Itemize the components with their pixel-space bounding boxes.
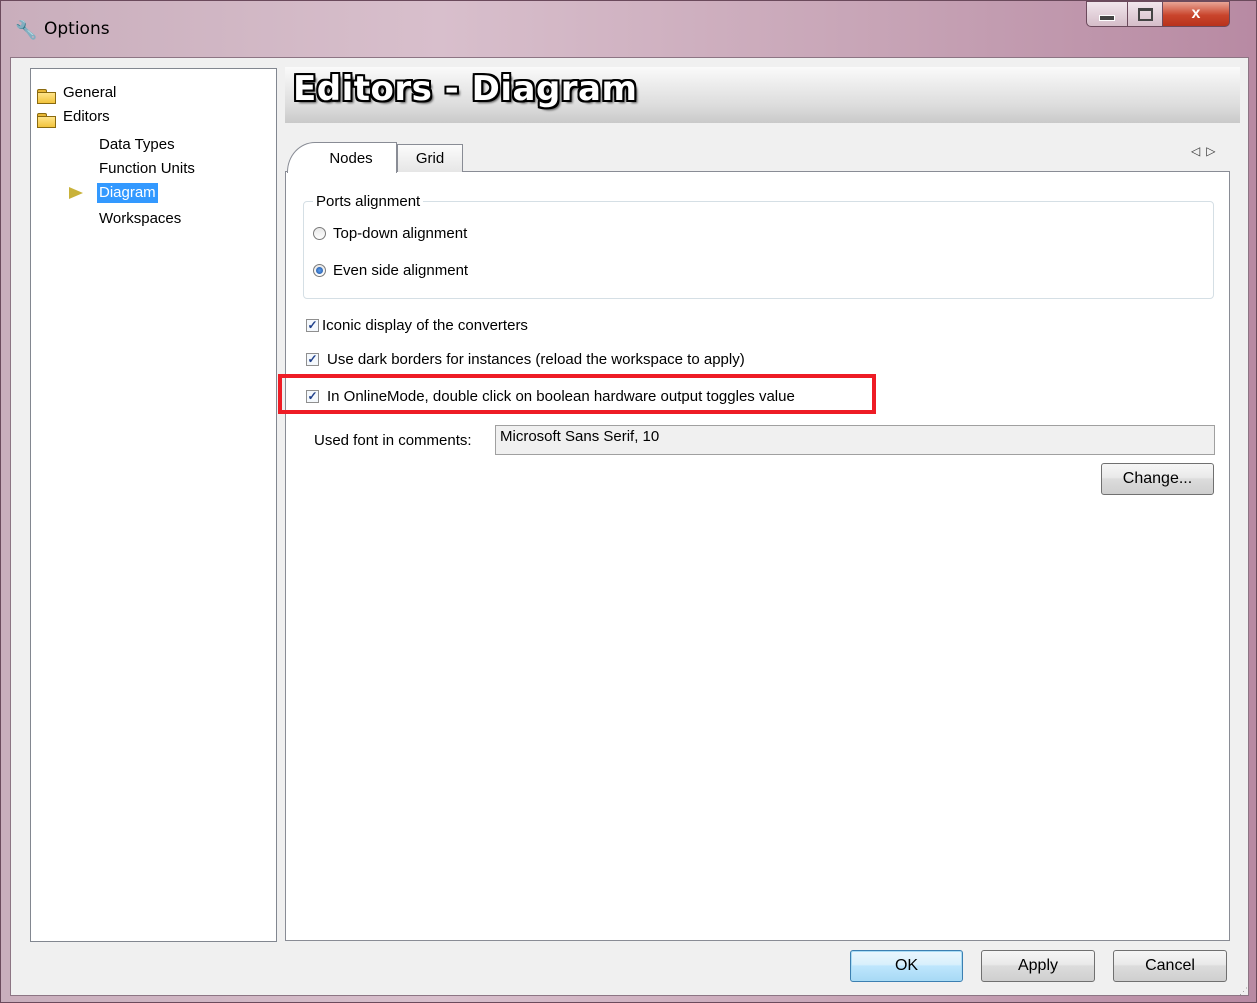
tab-scroll-right-icon[interactable]: ▷	[1206, 144, 1221, 158]
maximize-icon	[1137, 7, 1153, 21]
tree-item-workspaces[interactable]: Workspaces	[99, 209, 181, 229]
title-bar[interactable]: 🔧 Options x	[1, 1, 1256, 57]
tree-item-function-units[interactable]: Function Units	[99, 159, 195, 179]
tree-item-data-types[interactable]: Data Types	[99, 135, 175, 155]
tree-item-label: Function Units	[99, 160, 195, 177]
header-banner: Editors - Diagram	[285, 67, 1240, 123]
selected-arrow-icon	[69, 187, 83, 199]
tree-item-label: Data Types	[99, 136, 175, 153]
tree-item-label: General	[63, 84, 117, 101]
close-icon: x	[1191, 5, 1201, 22]
minimize-button[interactable]	[1086, 1, 1128, 27]
tab-grid[interactable]: Grid	[397, 144, 463, 172]
cancel-button[interactable]: Cancel	[1113, 950, 1227, 982]
window-title: Options	[44, 19, 110, 39]
tree-item-label: Diagram	[97, 183, 158, 203]
radio-label: Top-down alignment	[333, 225, 468, 242]
radio-button[interactable]	[313, 227, 326, 240]
checkbox-label: Iconic display of the converters	[322, 317, 528, 334]
tab-scroll-left-icon[interactable]: ◁	[1191, 144, 1206, 158]
wrench-icon: 🔧	[15, 20, 38, 40]
radio-label: Even side alignment	[333, 262, 469, 279]
tab-label: Nodes	[329, 149, 373, 167]
tab-nodes[interactable]: Nodes	[287, 142, 397, 173]
close-button[interactable]: x	[1162, 1, 1230, 27]
change-font-button[interactable]: Change...	[1101, 463, 1214, 495]
maximize-button[interactable]	[1127, 1, 1163, 27]
tree-item-label: Workspaces	[99, 210, 182, 227]
options-tree[interactable]: General Editors Data Types Function Unit…	[30, 68, 277, 942]
ports-alignment-group	[303, 201, 1214, 299]
radio-button[interactable]	[313, 264, 326, 277]
checkbox[interactable]: ✓	[306, 319, 319, 332]
page-title: Editors - Diagram	[293, 69, 638, 109]
active-tab-gap	[288, 171, 396, 173]
checkbox-label: Use dark borders for instances (reload t…	[327, 351, 745, 368]
ok-button[interactable]: OK	[850, 950, 963, 982]
font-field[interactable]: Microsoft Sans Serif, 10	[495, 425, 1215, 455]
apply-button[interactable]: Apply	[981, 950, 1095, 982]
folder-icon	[37, 88, 56, 104]
checkbox-dark-borders[interactable]: ✓ Use dark borders for instances (reload…	[306, 351, 745, 368]
tree-item-label: Editors	[63, 108, 110, 125]
radio-top-down[interactable]: Top-down alignment	[313, 225, 467, 242]
minimize-icon	[1099, 15, 1115, 21]
font-label: Used font in comments:	[314, 432, 472, 449]
checkbox[interactable]: ✓	[306, 353, 319, 366]
highlight-annotation	[278, 374, 876, 414]
folder-open-icon	[37, 112, 56, 128]
resize-grip-icon[interactable]: ⋰	[1239, 986, 1249, 996]
tab-label: Grid	[415, 150, 445, 167]
group-label: Ports alignment	[313, 193, 424, 210]
radio-even-side[interactable]: Even side alignment	[313, 262, 468, 279]
options-window: 🔧 Options x General Editors Data Types F…	[0, 0, 1257, 1003]
tab-scroll-arrows[interactable]: ◁▷	[1191, 144, 1221, 158]
checkbox-iconic-display[interactable]: ✓ Iconic display of the converters	[306, 317, 528, 334]
